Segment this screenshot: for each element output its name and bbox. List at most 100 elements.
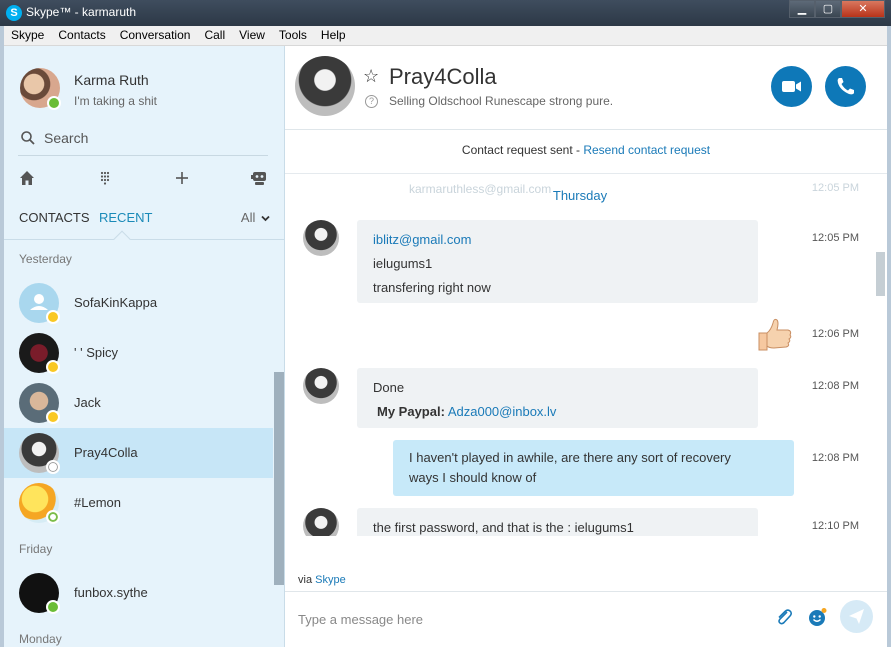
conversation-pane: ☆ Pray4Colla ? Selling Oldschool Runesca… [285, 46, 887, 647]
search-box[interactable]: Search [18, 124, 268, 156]
resend-request-link[interactable]: Resend contact request [583, 143, 710, 157]
menu-conversation[interactable]: Conversation [113, 26, 198, 46]
filter-label: All [240, 210, 256, 225]
message-line: Done [373, 380, 405, 395]
video-call-button[interactable] [771, 66, 812, 107]
online-status-icon [47, 96, 61, 110]
via-text: via [298, 574, 316, 586]
tab-recent[interactable]: RECENT [99, 210, 152, 225]
audio-call-button[interactable] [825, 66, 866, 107]
message-avatar[interactable] [303, 508, 339, 536]
message-line: transfering right now [373, 280, 491, 295]
message-input[interactable]: Type a message here [298, 612, 423, 627]
section-monday: Monday [19, 632, 62, 646]
message-line: I haven't played in awhile, are there an… [409, 450, 731, 465]
menu-contacts[interactable]: Contacts [51, 26, 112, 46]
search-placeholder: Search [44, 130, 89, 146]
contact-tabs: CONTACTS RECENT All [4, 206, 284, 232]
skype-logo-icon: S [6, 5, 22, 21]
menu-bar: Skype Contacts Conversation Call View To… [4, 26, 887, 46]
message-time: 12:10 PM [811, 520, 859, 532]
window-controls: ▁ ▢ ✕ [789, 0, 885, 18]
contact-item-sofakinkappa[interactable]: SofaKinKappa [4, 278, 273, 328]
contact-request-bar: Contact request sent - Resend contact re… [285, 130, 887, 174]
search-icon [21, 131, 35, 145]
message-time: 12:08 PM [811, 380, 859, 392]
conversation-mood: Selling Oldschool Runescape strong pure. [389, 94, 614, 108]
sidebar-scrollbar-thumb[interactable] [274, 372, 284, 585]
away-status-icon [46, 360, 60, 374]
contact-name: funbox.sythe [74, 585, 148, 600]
message-scrollbar-thumb[interactable] [876, 252, 885, 296]
via-skype-link[interactable]: Skype [315, 574, 346, 586]
away-status-icon [46, 310, 60, 324]
compose-bar: Type a message here [285, 591, 887, 647]
menu-view[interactable]: View [232, 26, 272, 46]
contact-name: Jack [74, 395, 101, 410]
send-button[interactable] [840, 600, 873, 633]
message-time: 12:06 PM [811, 328, 859, 340]
emoticon-icon[interactable] [806, 606, 828, 628]
away-status-icon [46, 410, 60, 424]
contact-item-pray4colla[interactable]: Pray4Colla [4, 428, 273, 478]
conversation-title: Pray4Colla [389, 64, 497, 89]
message-bubble: Done My Paypal: Adza000@inbox.lv [357, 368, 758, 428]
video-icon [782, 81, 801, 92]
star-icon[interactable]: ☆ [363, 66, 379, 87]
contact-item-lemon[interactable]: #Lemon [4, 478, 273, 528]
close-button[interactable]: ✕ [841, 0, 885, 18]
section-friday: Friday [19, 542, 53, 556]
paperclip-icon[interactable] [773, 606, 795, 628]
contact-item-jack[interactable]: Jack [4, 378, 273, 428]
unknown-status-icon [46, 460, 60, 474]
profile-card[interactable]: Karma Ruth I'm taking a shit [4, 46, 284, 116]
message-bubble: iblitz@gmail.com ielugums1 transfering r… [357, 220, 758, 303]
message-list: karmaruthless@gmail.com 12:05 PM Thursda… [285, 174, 875, 536]
via-label: via Skype [298, 574, 346, 586]
contact-name: SofaKinKappa [74, 295, 158, 310]
chevron-down-icon [261, 215, 270, 222]
email-link[interactable]: iblitz@gmail.com [373, 228, 742, 252]
day-separator: Thursday [552, 188, 608, 203]
section-yesterday: Yesterday [19, 252, 72, 266]
contact-name: #Lemon [74, 495, 121, 510]
message-avatar[interactable] [303, 220, 339, 256]
conversation-header: ☆ Pray4Colla ? Selling Oldschool Runesca… [285, 46, 887, 130]
menu-call[interactable]: Call [197, 26, 232, 46]
home-icon[interactable] [17, 168, 37, 188]
menu-skype[interactable]: Skype [4, 26, 51, 46]
thumbs-up-icon [758, 318, 792, 351]
sidebar-toolbar [4, 164, 284, 192]
message-avatar[interactable] [303, 368, 339, 404]
request-status-text: Contact request sent - [461, 143, 584, 157]
message-line: ways I should know of [409, 470, 537, 485]
conversation-avatar[interactable] [295, 56, 355, 116]
question-icon: ? [365, 95, 378, 108]
my-message-bubble: I haven't played in awhile, are there an… [393, 440, 794, 496]
message-line: ielugums1 [373, 256, 433, 271]
email-link[interactable]: Adza000@inbox.lv [448, 404, 557, 419]
contact-name: ' ' Spicy [74, 345, 118, 360]
paypal-label: My Paypal: [377, 404, 445, 419]
dialpad-icon[interactable] [95, 168, 115, 188]
bots-icon[interactable] [249, 168, 269, 188]
recent-list: Yesterday SofaKinKappa ' ' Spicy Jack Pr… [4, 242, 273, 647]
title-bar: S Skype™ - karmaruth ▁ ▢ ✕ [0, 0, 891, 26]
offline-status-icon [46, 510, 60, 524]
maximize-button[interactable]: ▢ [815, 0, 841, 18]
menu-help[interactable]: Help [314, 26, 353, 46]
contact-item-spicy[interactable]: ' ' Spicy [4, 328, 273, 378]
phone-icon [837, 78, 854, 95]
window-frame-right [887, 26, 891, 647]
minimize-button[interactable]: ▁ [789, 0, 815, 18]
tab-contacts[interactable]: CONTACTS [19, 210, 90, 225]
add-icon[interactable] [172, 168, 192, 188]
contact-name: Pray4Colla [74, 445, 138, 460]
message-time: 12:08 PM [811, 452, 859, 464]
send-icon [849, 609, 864, 624]
window-title: Skype™ - karmaruth [26, 5, 137, 19]
message-line: the first password, and that is the : ie… [373, 520, 634, 535]
filter-dropdown[interactable]: All [241, 210, 270, 225]
menu-tools[interactable]: Tools [272, 26, 314, 46]
contact-item-funbox-sythe[interactable]: funbox.sythe [4, 568, 273, 618]
